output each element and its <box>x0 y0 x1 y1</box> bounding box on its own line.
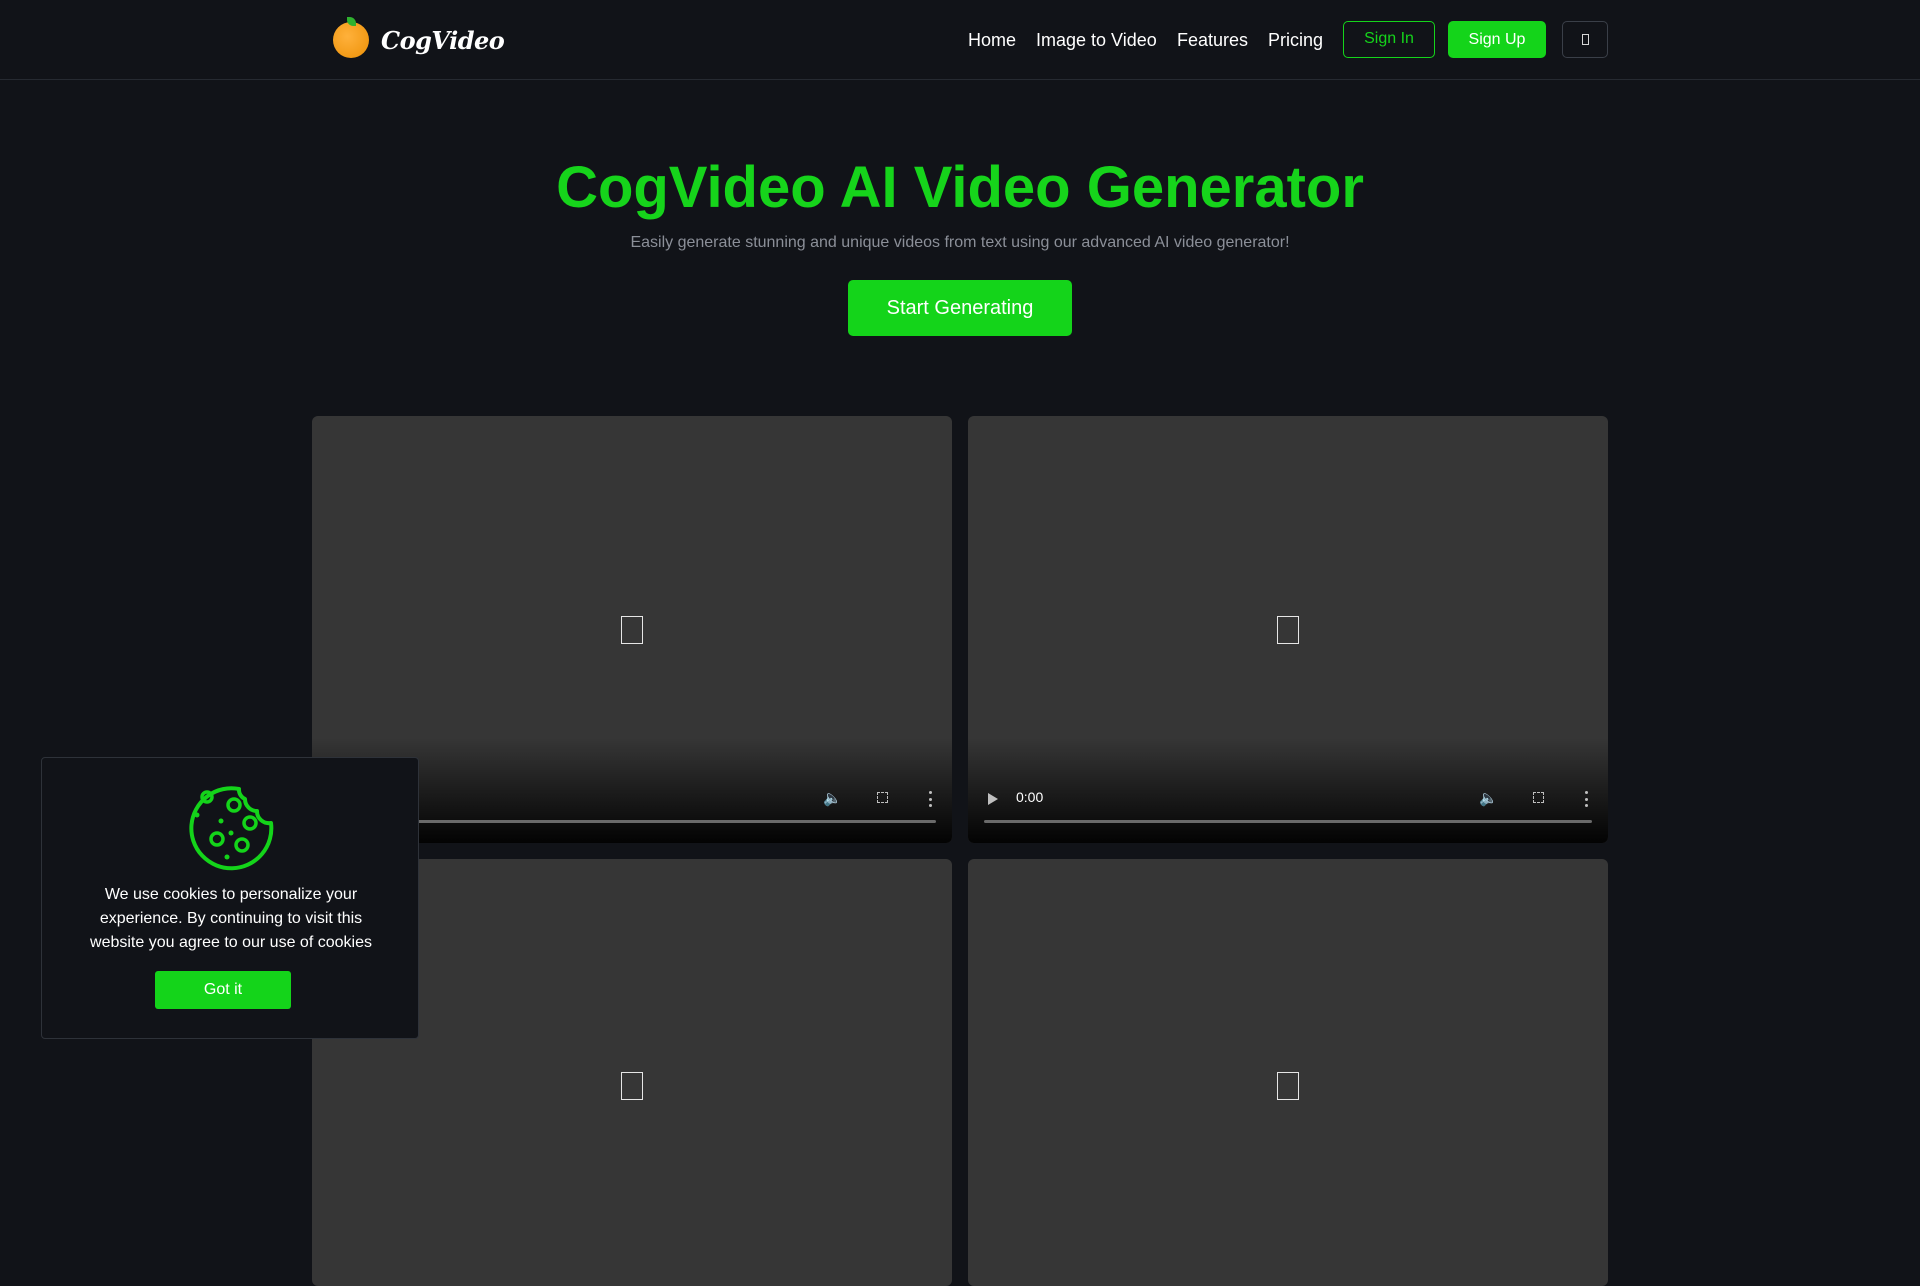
cookie-banner: We use cookies to personalize your exper… <box>41 757 419 1039</box>
video-placeholder-icon <box>621 1072 643 1100</box>
volume-icon[interactable]: 🔈 <box>1479 791 1498 807</box>
site-header: CogVideo Home Image to Video Features Pr… <box>0 0 1920 80</box>
theme-toggle-icon <box>1581 34 1589 45</box>
video-progress-bar[interactable] <box>328 820 936 823</box>
video-player-2[interactable]: 0:00 🔈 <box>968 416 1608 843</box>
sign-in-button[interactable]: Sign In <box>1343 21 1435 58</box>
video-time: 0:00 <box>1016 789 1044 805</box>
brand-logo[interactable]: CogVideo <box>333 17 505 60</box>
cookie-message: We use cookies to personalize your exper… <box>90 886 372 951</box>
video-controls: 0:00 🔈 <box>968 783 1608 843</box>
nav-link-features[interactable]: Features <box>1177 20 1248 60</box>
more-options-icon[interactable] <box>928 791 932 807</box>
video-placeholder-icon <box>1277 615 1299 644</box>
hero-title: CogVideo AI Video Generator <box>556 155 1364 220</box>
fullscreen-icon[interactable] <box>1533 792 1544 803</box>
nav-link-home[interactable]: Home <box>968 20 1016 60</box>
video-placeholder-icon <box>1277 1072 1299 1100</box>
video-placeholder-icon <box>621 615 643 644</box>
fullscreen-icon[interactable] <box>877 792 888 803</box>
orange-fruit-icon <box>333 17 369 58</box>
hero-subtitle: Easily generate stunning and unique vide… <box>630 234 1290 251</box>
video-progress-bar[interactable] <box>984 820 1592 823</box>
sign-up-button[interactable]: Sign Up <box>1448 21 1546 58</box>
theme-toggle-button[interactable] <box>1562 21 1608 58</box>
video-player-4[interactable] <box>968 859 1608 1286</box>
brand-name: CogVideo <box>381 25 505 55</box>
volume-icon[interactable]: 🔈 <box>823 791 842 807</box>
more-options-icon[interactable] <box>1584 791 1588 807</box>
play-icon[interactable] <box>988 793 998 805</box>
cookie-accept-button[interactable]: Got it <box>155 971 291 1009</box>
start-generating-button[interactable]: Start Generating <box>848 280 1072 336</box>
nav-link-image-to-video[interactable]: Image to Video <box>1036 20 1157 60</box>
cookie-icon <box>189 786 274 871</box>
nav-link-pricing[interactable]: Pricing <box>1268 20 1323 60</box>
